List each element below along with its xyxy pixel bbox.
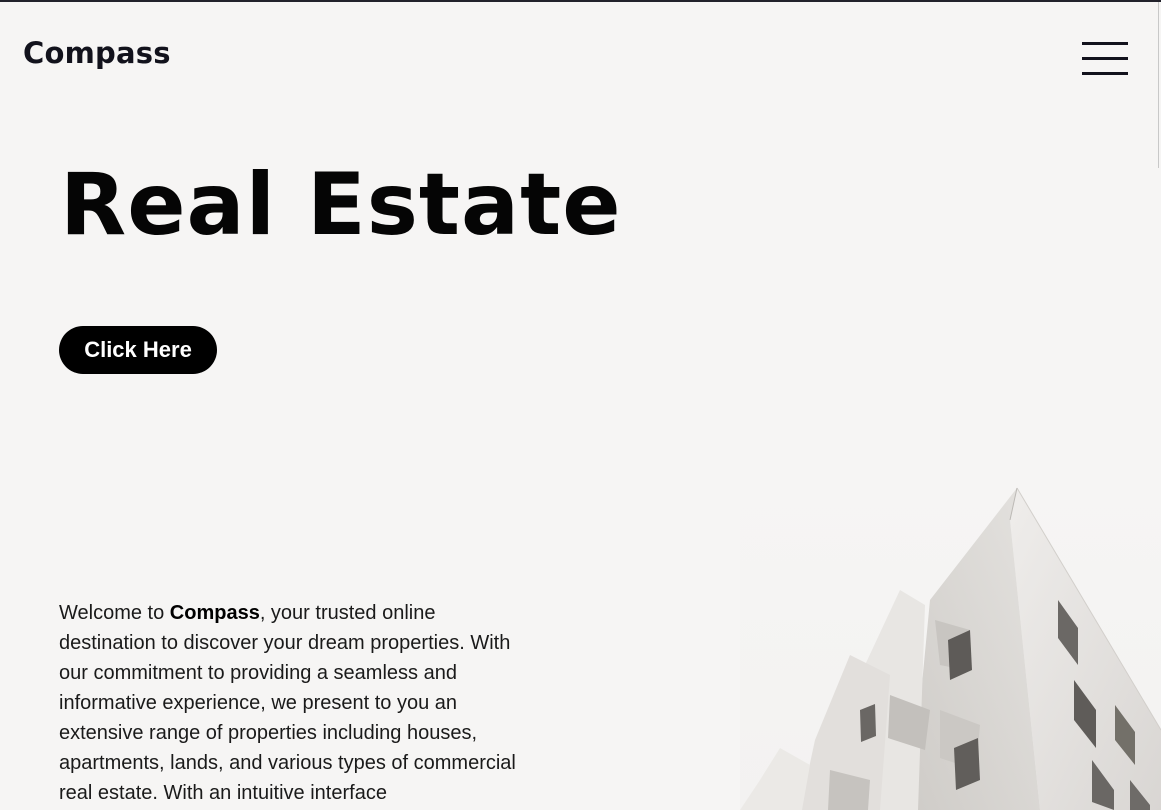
hamburger-menu-icon[interactable]: [1082, 42, 1128, 76]
intro-brand: Compass: [169, 602, 260, 624]
scrollbar[interactable]: [1158, 2, 1159, 168]
intro-paragraph: Welcome to Compass, your trusted online …: [59, 598, 524, 808]
hero-title: Real Estate: [60, 155, 622, 255]
click-here-button[interactable]: Click Here: [59, 326, 217, 374]
intro-prefix: Welcome to: [59, 602, 170, 624]
building-image: [740, 480, 1161, 810]
brand-logo[interactable]: Compass: [23, 39, 171, 68]
menu-bar-top: [1082, 42, 1128, 45]
intro-body: , your trusted online destination to dis…: [59, 602, 516, 804]
top-border: [0, 0, 1161, 2]
menu-bar-bottom: [1082, 72, 1128, 75]
menu-bar-middle: [1082, 57, 1128, 60]
